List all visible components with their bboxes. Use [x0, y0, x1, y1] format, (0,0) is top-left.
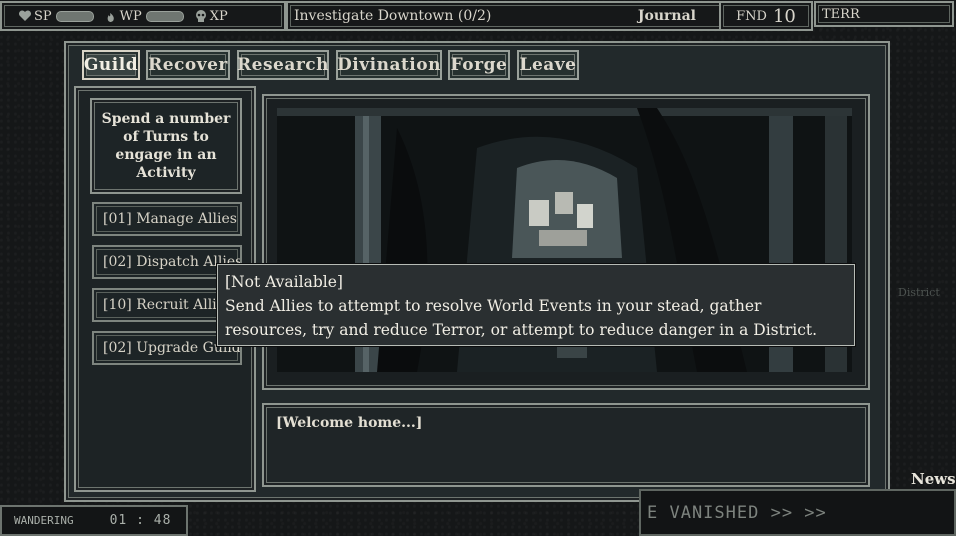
quest-tracker[interactable]: Investigate Downtown (0/2) Journal	[286, 1, 724, 31]
activity-description: Spend a number of Turns to engage in an …	[90, 98, 242, 194]
xp-label: XP	[209, 8, 228, 24]
stats-bar: SP WP XP	[0, 1, 286, 31]
sp-label: SP	[34, 8, 52, 24]
flame-icon	[107, 13, 114, 22]
mode-label: WANDERING	[14, 514, 74, 527]
tooltip-status: [Not Available]	[225, 273, 343, 291]
dialog-box: [Welcome home...]	[262, 403, 870, 487]
quest-title: Investigate Downtown (0/2)	[294, 8, 492, 24]
journal-button[interactable]: Journal	[638, 8, 696, 24]
funds-display: FND 10	[719, 1, 813, 31]
tab-recover[interactable]: Recover	[146, 50, 230, 80]
news-ticker: E VANISHED >> >>	[639, 489, 956, 536]
tooltip-text: Send Allies to attempt to resolve World …	[225, 297, 818, 339]
dialog-text: [Welcome home...]	[276, 415, 423, 431]
heart-icon	[18, 10, 32, 21]
news-button[interactable]: News	[911, 470, 956, 488]
tab-forge[interactable]: Forge	[448, 50, 510, 80]
sp-bar	[55, 10, 94, 22]
fnd-label: FND	[736, 8, 767, 24]
tab-research[interactable]: Research	[237, 50, 329, 80]
tab-divination[interactable]: Divination	[336, 50, 442, 80]
wp-label: WP	[119, 8, 142, 24]
background-district-label: District	[898, 286, 940, 299]
fnd-value: 10	[772, 5, 796, 27]
wp-bar	[145, 10, 184, 22]
tab-guild[interactable]: Guild	[82, 50, 140, 80]
tooltip: [Not Available] Send Allies to attempt t…	[217, 264, 855, 346]
terror-display: TERR	[814, 1, 954, 27]
skull-icon	[195, 10, 206, 22]
tab-leave[interactable]: Leave	[517, 50, 579, 80]
wandering-status: WANDERING 01 : 48	[0, 505, 188, 536]
terr-label: TERR	[822, 6, 860, 22]
activity-manage-allies[interactable]: [01] Manage Allies	[92, 202, 242, 236]
clock: 01 : 48	[109, 513, 172, 528]
